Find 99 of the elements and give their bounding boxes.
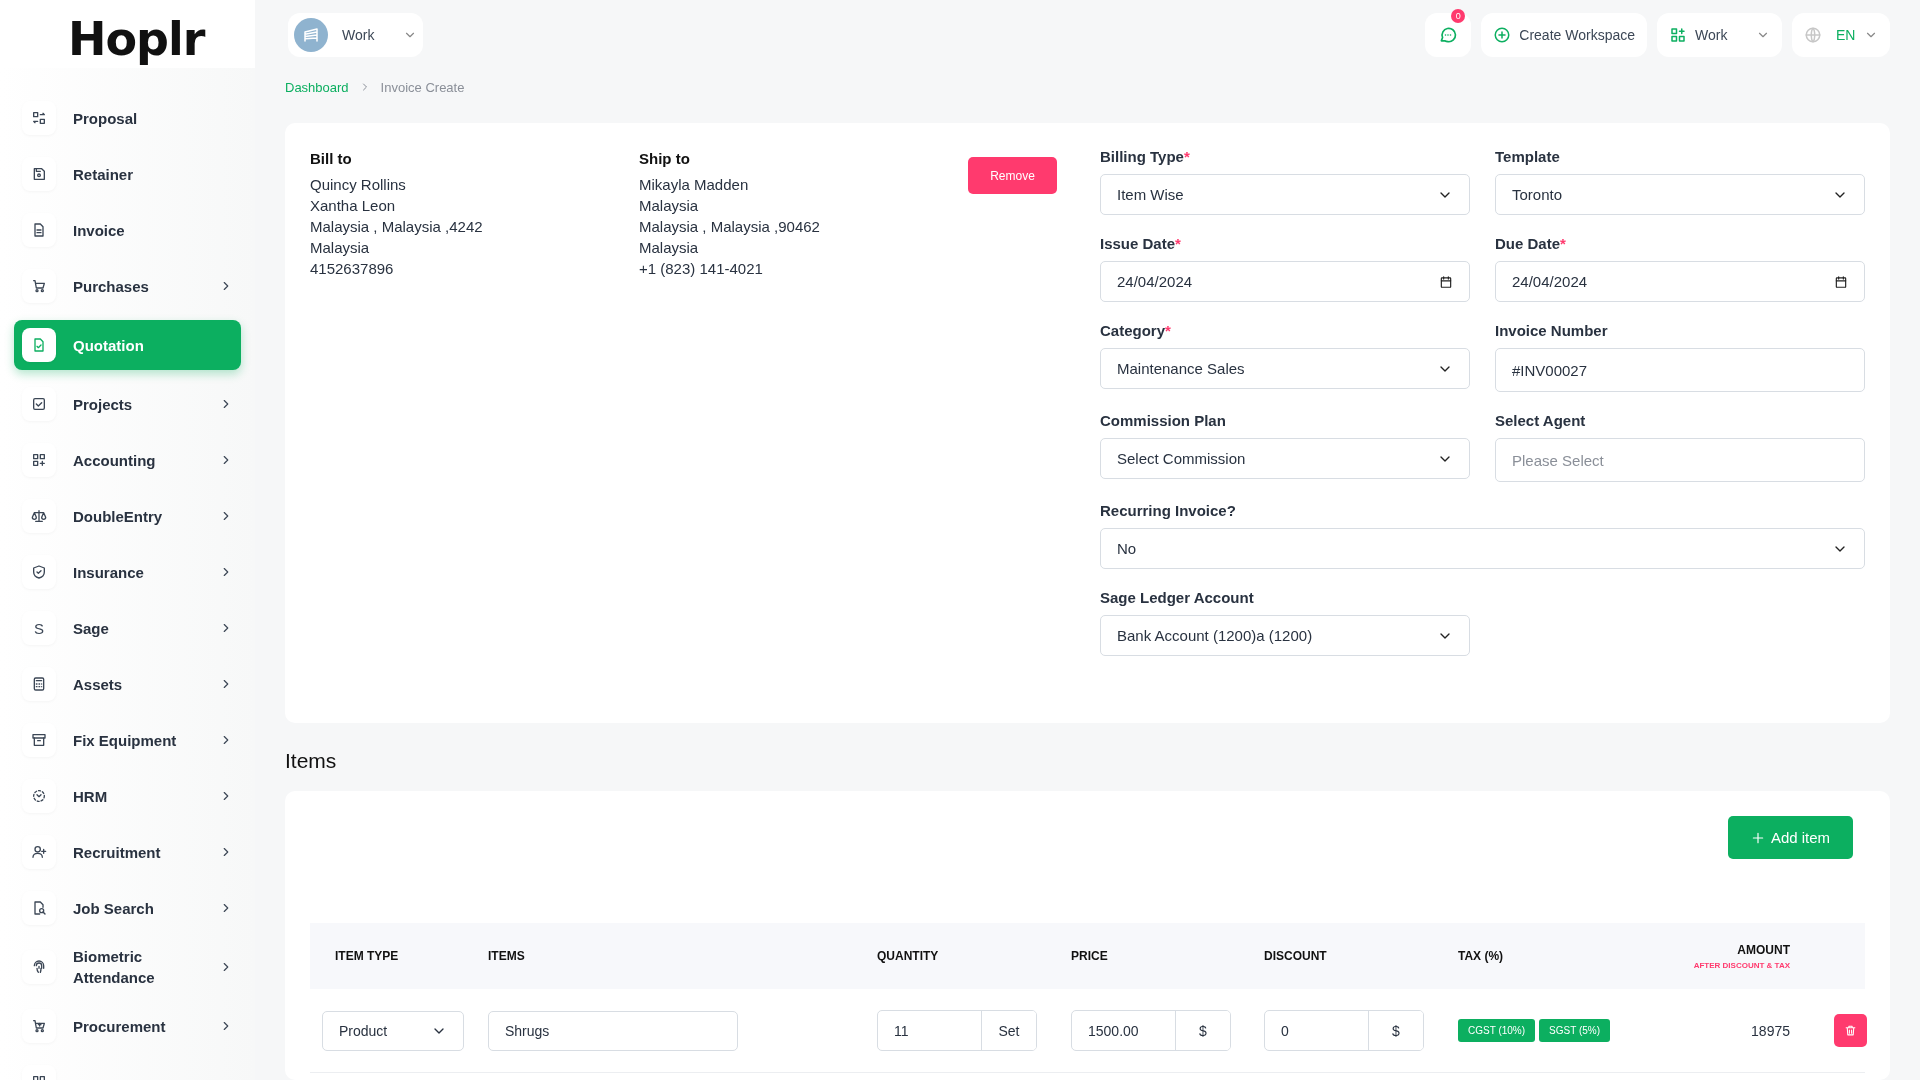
tax-tag: CGST (10%)	[1458, 1019, 1536, 1042]
sidebar-item[interactable]: Projects	[14, 382, 241, 426]
field-label: Category*	[1100, 322, 1172, 338]
quantity-field[interactable]: 11 Set	[877, 1010, 1037, 1051]
select-field[interactable]: Select Commission	[1100, 438, 1470, 479]
field-label: Sage Ledger Account	[1100, 589, 1255, 605]
dotted-circle-icon	[31, 788, 47, 804]
price-addon: $	[1175, 1011, 1230, 1050]
quantity-addon: Set	[981, 1011, 1036, 1050]
sidebar-item[interactable]: Fix Equipment	[14, 718, 241, 762]
sidebar-item[interactable]: Biometric Attendance	[14, 942, 241, 992]
column-header: DISCOUNT	[1264, 949, 1328, 963]
field-label: Due Date*	[1495, 235, 1567, 251]
sidebar-item[interactable]: S Sage	[14, 606, 241, 650]
date-field[interactable]: 24/04/2024	[1495, 261, 1865, 302]
swap-arrows-icon	[31, 110, 47, 126]
create-workspace-button[interactable]: Create Workspace	[1481, 13, 1647, 57]
bill-to-line: Xantha Leon	[310, 196, 397, 216]
field-label: Issue Date*	[1100, 235, 1182, 251]
breadcrumb-current: Invoice Create	[380, 79, 465, 95]
sidebar-item[interactable]: Purchases	[14, 264, 241, 308]
column-header: PRICE	[1071, 949, 1109, 963]
tax-tag: SGST (5%)	[1539, 1019, 1610, 1042]
column-header: QUANTITY	[877, 949, 940, 963]
plus-icon	[1750, 830, 1765, 845]
sidebar-item[interactable]: Invoice	[14, 208, 241, 252]
calculator-icon	[31, 676, 47, 692]
calendar-icon	[1834, 274, 1848, 289]
archive-box-icon	[31, 732, 47, 748]
select-field[interactable]: Item Wise	[1100, 174, 1470, 215]
s-letter-icon: S	[34, 619, 44, 637]
user-plus-icon	[31, 844, 47, 860]
field-label: Select Agent	[1495, 412, 1587, 428]
item-type-select[interactable]: Product	[322, 1010, 464, 1051]
sidebar-item[interactable]: HRM	[14, 774, 241, 818]
column-header: AMOUNT	[1737, 942, 1790, 957]
sidebar-item[interactable]: Assets	[14, 662, 241, 706]
input-field[interactable]: Please Select	[1495, 438, 1865, 482]
sidebar-item[interactable]: Job Search	[14, 886, 241, 930]
field-label: Template	[1495, 148, 1561, 164]
bill-to-line: Malaysia	[310, 238, 371, 258]
input-field[interactable]: #INV00027	[1495, 348, 1865, 392]
document-check-icon	[31, 337, 47, 353]
sidebar-item[interactable]: Procurement	[14, 1004, 241, 1048]
amount-value: 18975	[1750, 1022, 1791, 1039]
ship-to-title: Ship to	[639, 149, 691, 169]
notification-badge: 0	[1451, 9, 1466, 23]
select-field[interactable]: Bank Account (1200)a (1200)	[1100, 615, 1470, 656]
calendar-icon	[1439, 274, 1453, 289]
field-label: Invoice Number	[1495, 322, 1609, 338]
cart-icon	[31, 278, 47, 294]
bill-to-line: Malaysia , Malaysia ,4242	[310, 217, 484, 237]
select-field[interactable]: Toronto	[1495, 174, 1865, 215]
trash-icon	[1844, 1024, 1857, 1037]
delete-button[interactable]	[1834, 1014, 1867, 1047]
sidebar-item[interactable]: Retainer	[14, 152, 241, 196]
chat-bubble-icon	[1438, 25, 1459, 45]
document-search-icon	[31, 900, 47, 916]
workspace-menu[interactable]: Work	[1657, 13, 1782, 57]
price-field[interactable]: 1500.00 $	[1071, 1010, 1231, 1051]
field-label: Recurring Invoice?	[1100, 502, 1237, 518]
column-header: ITEMS	[488, 949, 526, 963]
field-label: Commission Plan	[1100, 412, 1227, 428]
ship-to-line: Mikayla Madden	[639, 175, 750, 195]
select-field[interactable]: No	[1100, 528, 1865, 569]
section-title: Items	[285, 748, 338, 774]
ship-to-line: Malaysia , Malaysia ,90462	[639, 217, 821, 237]
workspace-selector[interactable]: Work	[288, 13, 423, 57]
bill-to-line: Quincy Rollins	[310, 175, 407, 195]
grid-plus-icon	[31, 452, 47, 468]
scale-icon	[31, 508, 47, 524]
discount-field[interactable]: 0 $	[1264, 1010, 1424, 1051]
discount-addon: $	[1368, 1011, 1423, 1050]
field-label: Billing Type*	[1100, 148, 1191, 164]
building-icon	[302, 26, 320, 44]
cart-plus-icon	[31, 1018, 47, 1034]
date-field[interactable]: 24/04/2024	[1100, 261, 1470, 302]
shield-check-icon	[31, 564, 47, 580]
bill-to-title: Bill to	[310, 149, 353, 169]
plus-circle-icon	[1493, 26, 1512, 44]
column-header: TAX (%)	[1458, 949, 1505, 963]
item-input[interactable]: Shrugs	[488, 1010, 738, 1051]
sidebar-item[interactable]: Accounting	[14, 438, 241, 482]
ship-to-line: Malaysia	[639, 196, 700, 216]
fingerprint-icon	[31, 959, 47, 975]
sidebar-item[interactable]: Recruitment	[14, 830, 241, 874]
checkbox-icon	[31, 396, 47, 412]
column-header: ITEM TYPE	[335, 949, 400, 963]
globe-icon	[1804, 26, 1822, 44]
select-field[interactable]: Maintenance Sales	[1100, 348, 1470, 389]
sidebar-item[interactable]: Insurance	[14, 550, 241, 594]
bill-to-line: 4152637896	[310, 259, 395, 279]
grid-plus-icon	[1669, 26, 1687, 44]
ship-to-line: +1 (823) 141-4021	[639, 259, 764, 279]
sidebar-item[interactable]: Proposal	[14, 96, 241, 140]
column-note: AFTER DISCOUNT & TAX	[1693, 960, 1790, 970]
sidebar-item[interactable]: DoubleEntry	[14, 494, 241, 538]
document-icon	[31, 222, 47, 238]
ship-to-line: Malaysia	[639, 238, 700, 258]
